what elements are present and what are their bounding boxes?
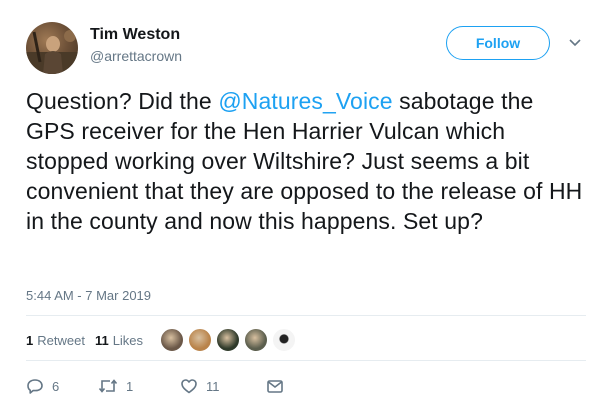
mention-link[interactable]: @Natures_Voice (218, 88, 392, 114)
liker-avatar[interactable] (159, 327, 186, 353)
like-button[interactable]: 11 (180, 377, 266, 395)
tweet-card: Tim Weston @arrettacrown Follow Question… (0, 0, 608, 414)
reply-count: 6 (52, 378, 60, 394)
divider (26, 360, 586, 361)
tweet-text-start: Question? Did the (26, 88, 219, 114)
reply-icon (26, 377, 44, 395)
divider (26, 315, 586, 316)
retweet-count: 1 (126, 378, 134, 394)
retweet-button[interactable]: 1 (98, 377, 180, 395)
user-avatar[interactable] (26, 22, 78, 74)
user-handle[interactable]: @arrettacrown (90, 48, 182, 64)
liker-avatars (159, 327, 299, 353)
liker-avatar[interactable] (243, 327, 270, 353)
like-count: 11 (206, 378, 220, 394)
direct-message-button[interactable] (266, 377, 284, 395)
tweet-actions: 6 1 11 (26, 374, 284, 398)
follow-button[interactable]: Follow (446, 26, 550, 60)
liker-avatar[interactable] (271, 327, 298, 353)
tweet-text: Question? Did the @Natures_Voice sabotag… (26, 86, 586, 236)
retweet-stat[interactable]: 1 Retweet (26, 333, 85, 348)
chevron-down-icon[interactable] (566, 36, 584, 50)
likes-stat-label: Likes (112, 332, 144, 348)
retweet-stat-count: 1 (26, 332, 34, 348)
envelope-icon (266, 377, 284, 395)
liker-avatar[interactable] (215, 327, 242, 353)
tweet-timestamp[interactable]: 5:44 AM - 7 Mar 2019 (26, 288, 151, 303)
likes-stat-count: 11 (94, 332, 109, 348)
reply-button[interactable]: 6 (26, 377, 98, 395)
heart-icon (180, 377, 198, 395)
likes-stat[interactable]: 11 Likes (95, 333, 143, 348)
user-name[interactable]: Tim Weston (90, 26, 180, 44)
retweet-stat-label: Retweet (37, 332, 85, 348)
liker-avatar[interactable] (187, 327, 214, 353)
retweet-icon (98, 377, 118, 395)
tweet-stats: 1 Retweet 11 Likes (26, 325, 299, 355)
